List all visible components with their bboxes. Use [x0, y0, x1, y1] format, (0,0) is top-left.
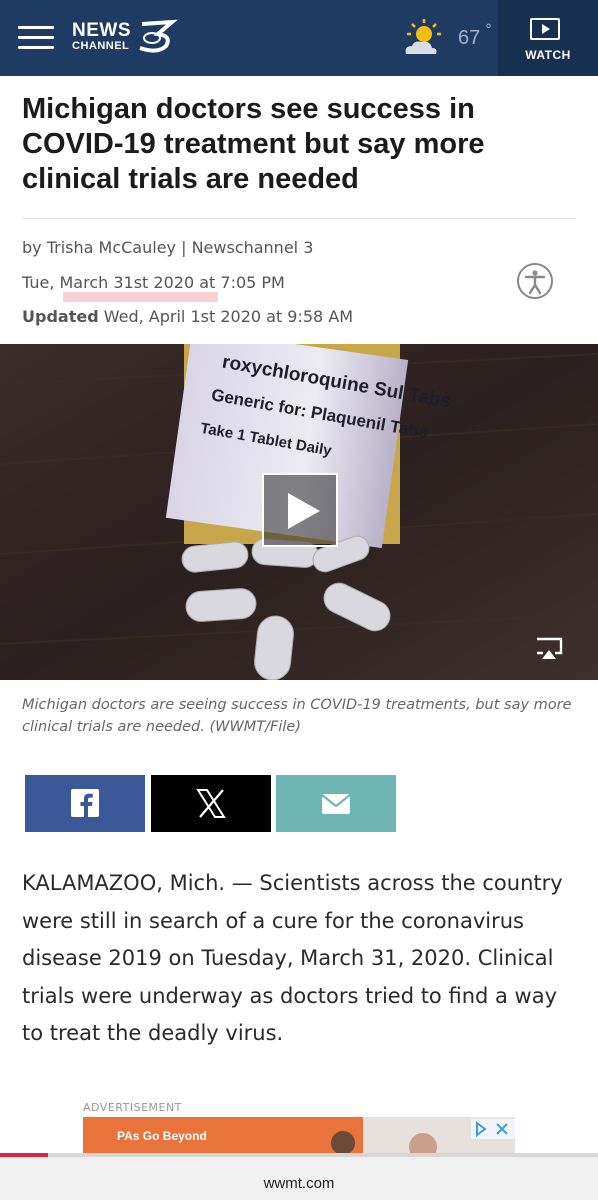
logo-news-text: NEWS	[72, 20, 131, 41]
updated-date: Updated Wed, April 1st 2020 at 9:58 AM	[22, 307, 353, 326]
weather-widget[interactable]: 67 °	[400, 18, 500, 60]
accessibility-icon[interactable]	[517, 263, 553, 299]
play-button[interactable]	[262, 473, 338, 547]
date-highlight	[63, 292, 218, 302]
updated-value: Wed, April 1st 2020 at 9:58 AM	[103, 307, 354, 326]
airplay-icon[interactable]	[533, 637, 565, 661]
video-caption: Michigan doctors are seeing success in C…	[22, 697, 572, 735]
ad-photo	[331, 1131, 437, 1153]
site-header: NEWS CHANNEL 67 ° WATCH	[0, 0, 598, 76]
facebook-icon	[71, 789, 99, 817]
email-icon	[321, 794, 351, 814]
temperature-value: 67	[458, 27, 481, 49]
article-byline[interactable]: by Trisha McCauley | Newschannel 3	[22, 238, 313, 257]
logo-channel-text: CHANNEL	[72, 40, 130, 52]
adchoices-icon[interactable]	[471, 1119, 515, 1139]
ad-text: PAs Go Beyond	[117, 1129, 207, 1143]
logo-3-mark	[139, 19, 178, 53]
menu-icon[interactable]	[18, 26, 54, 50]
temperature-unit: °	[485, 22, 492, 38]
partly-sunny-icon	[405, 19, 441, 54]
watch-label: WATCH	[525, 48, 571, 62]
play-video-icon	[530, 18, 560, 40]
advertisement-banner[interactable]: PAs Go Beyond	[83, 1117, 515, 1153]
site-logo[interactable]: NEWS CHANNEL	[72, 18, 182, 58]
share-email-button[interactable]	[276, 775, 396, 832]
watch-button[interactable]: WATCH	[498, 0, 598, 76]
advertisement-label: ADVERTISEMENT	[83, 1101, 182, 1114]
share-x-button[interactable]	[151, 775, 271, 832]
published-date: Tue, March 31st 2020 at 7:05 PM	[22, 273, 285, 292]
browser-url-bar[interactable]: wwmt.com	[0, 1157, 598, 1200]
article-headline: Michigan doctors see success in COVID-19…	[22, 93, 485, 195]
article-body: KALAMAZOO, Mich. — Scientists across the…	[22, 871, 563, 1045]
divider	[22, 218, 576, 219]
url-text: wwmt.com	[263, 1175, 335, 1192]
updated-label: Updated	[22, 307, 99, 326]
x-icon	[196, 789, 226, 818]
share-facebook-button[interactable]	[25, 775, 145, 832]
